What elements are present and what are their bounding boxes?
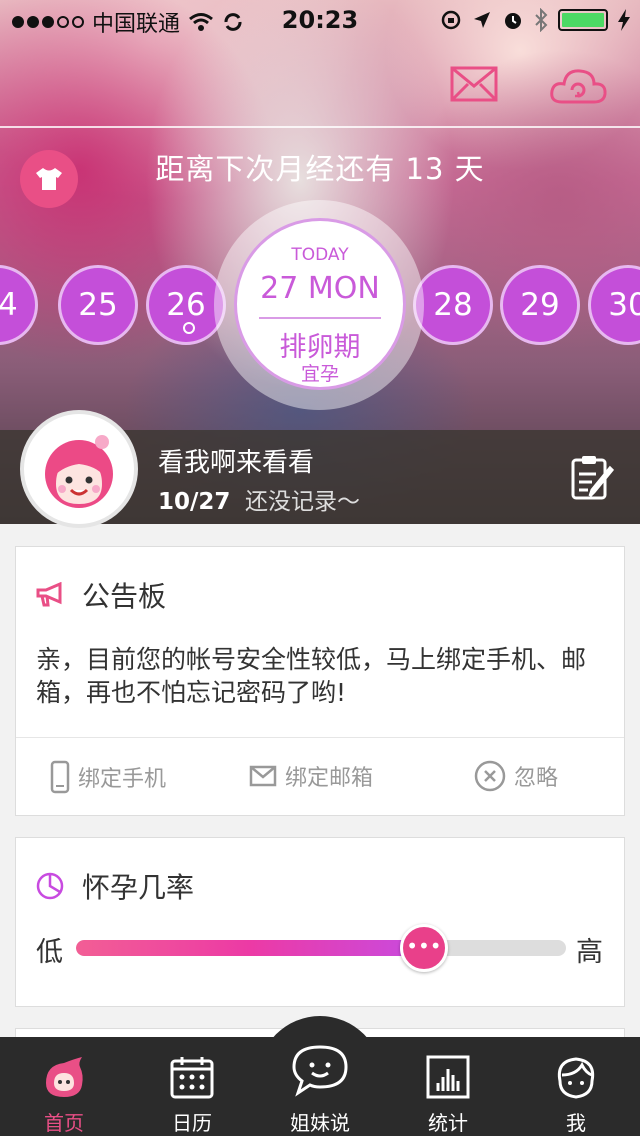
tab-bar: 首页 日历 姐妹说 统计 我 (0, 1037, 640, 1136)
record-marker (183, 322, 195, 334)
today-date: 27 MON (260, 271, 380, 306)
tab-label: 姐妹说 (290, 1111, 350, 1135)
rotation-lock-icon (441, 10, 461, 30)
tab-me[interactable]: 我 (512, 1037, 640, 1136)
day-circle[interactable]: 30 (588, 265, 640, 345)
tab-label: 首页 (44, 1111, 84, 1135)
status-bar: 中国联通 20:23 (0, 0, 640, 40)
rate-track (76, 940, 566, 956)
bind-phone-label: 绑定手机 (78, 767, 167, 792)
day-circle[interactable]: 28 (413, 265, 493, 345)
cloud-sync-icon[interactable] (548, 66, 608, 106)
profile-icon (557, 1057, 595, 1099)
tab-home[interactable]: 首页 (0, 1037, 128, 1136)
avatar[interactable] (20, 410, 138, 528)
today-label: TODAY (291, 245, 349, 265)
bind-email-button[interactable]: 绑定邮箱 (249, 760, 373, 792)
phone-icon (50, 760, 70, 794)
notice-title: 公告板 (82, 580, 167, 613)
high-label: 高 (576, 937, 603, 968)
alarm-icon (505, 13, 521, 29)
rate-fill (76, 940, 424, 956)
day-number: 24 (0, 287, 18, 323)
day-circle[interactable]: 24 (0, 265, 38, 345)
day-circle[interactable]: 29 (500, 265, 580, 345)
day-number: 26 (166, 287, 206, 323)
location-icon (474, 12, 490, 28)
mail-icon (249, 765, 277, 787)
record-status-text: 还没记录～ (245, 489, 361, 515)
profile-name: 看我啊来看看 (158, 448, 315, 478)
day-number: 28 (433, 287, 473, 323)
battery-indicator (558, 9, 608, 31)
today-circle[interactable]: TODAY 27 MON 排卵期 宜孕 (234, 218, 406, 390)
pregnancy-rate-card: 怀孕几率 低 ••• 高 (15, 837, 625, 1007)
calendar-icon (170, 1057, 214, 1099)
home-face-icon (46, 1057, 83, 1097)
rate-thumb[interactable]: ••• (399, 924, 448, 972)
record-status: 10/27 还没记录～ (158, 482, 360, 516)
ignore-label: 忽略 (514, 766, 559, 791)
chat-bubble-icon (292, 1045, 348, 1097)
bind-phone-button[interactable]: 绑定手机 (50, 760, 166, 794)
bind-email-label: 绑定邮箱 (285, 766, 374, 791)
fertility-advice: 宜孕 (300, 363, 339, 385)
notice-actions: 绑定手机 绑定邮箱 忽略 (16, 737, 624, 815)
close-circle-icon (474, 760, 506, 792)
notice-message: 亲，目前您的帐号安全性较低，马上绑定手机、邮箱，再也不怕忘记密码了哟! (36, 645, 587, 707)
edit-note-icon[interactable] (568, 452, 618, 502)
notice-board-card: 公告板 亲，目前您的帐号安全性较低，马上绑定手机、邮箱，再也不怕忘记密码了哟! … (15, 546, 625, 816)
tab-label: 日历 (172, 1111, 212, 1135)
girl-face-icon (45, 435, 113, 508)
envelope-icon[interactable] (450, 66, 498, 102)
low-label: 低 (36, 937, 63, 968)
ignore-button[interactable]: 忽略 (474, 760, 558, 792)
bar-stats-icon (426, 1055, 470, 1099)
megaphone-icon (36, 582, 62, 607)
tab-calendar[interactable]: 日历 (128, 1037, 256, 1136)
day-number: 29 (520, 287, 560, 323)
pie-chart-icon (36, 872, 64, 900)
tab-sisters[interactable]: 姐妹说 (256, 1037, 384, 1136)
tab-label: 我 (566, 1111, 586, 1135)
today-divider (259, 317, 381, 319)
tab-label: 统计 (428, 1111, 468, 1135)
tab-stats[interactable]: 统计 (384, 1037, 512, 1136)
day-circle[interactable]: 25 (58, 265, 138, 345)
rate-title: 怀孕几率 (82, 871, 195, 904)
charging-icon (618, 9, 630, 31)
day-number: 25 (78, 287, 118, 323)
header-divider (0, 126, 640, 128)
day-number: 30 (608, 287, 640, 323)
bluetooth-icon (535, 8, 548, 32)
period-countdown: 距离下次月经还有 13 天 (155, 152, 485, 186)
record-date: 10/27 (158, 489, 231, 515)
